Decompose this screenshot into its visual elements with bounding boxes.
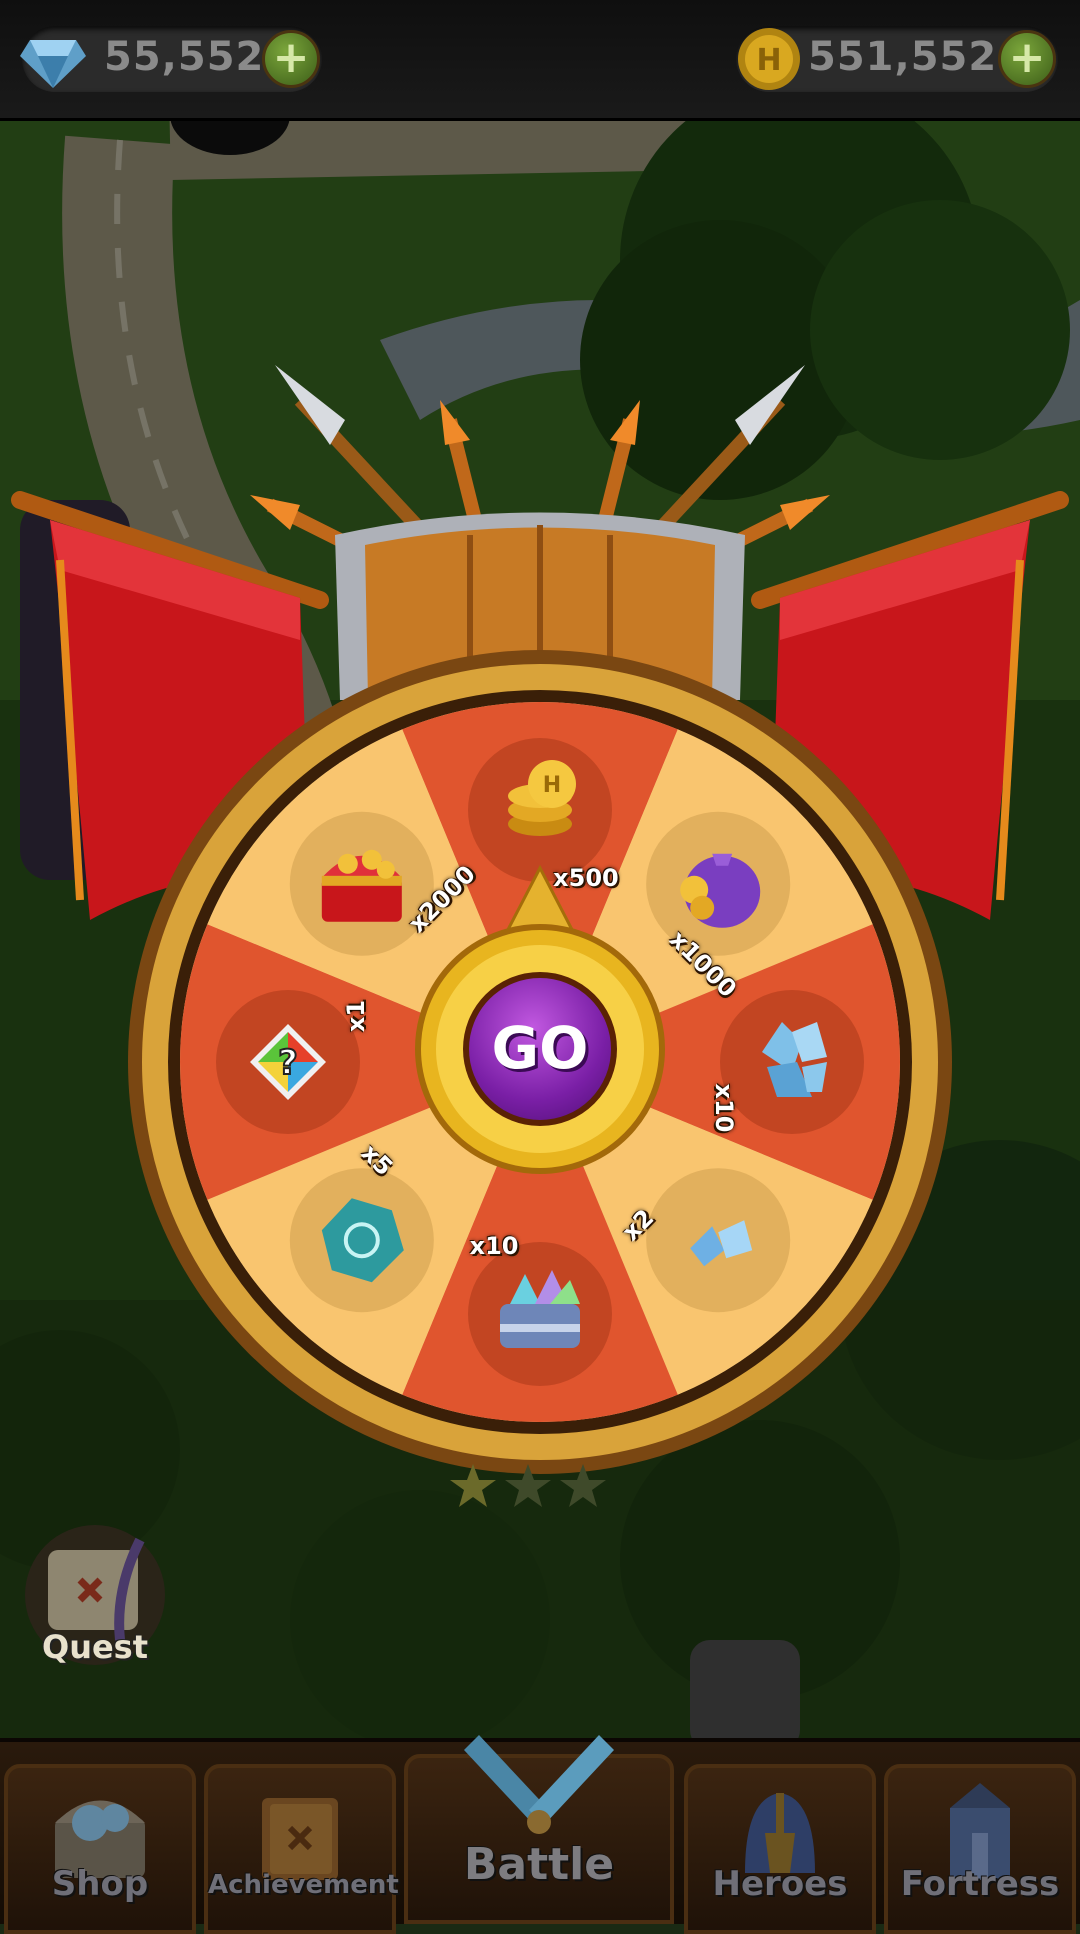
tab-shop[interactable]: Shop — [4, 1764, 196, 1934]
prize-amount-label: x1 — [341, 999, 370, 1033]
svg-text:H: H — [543, 773, 561, 798]
crossed-swords-icon — [464, 1735, 614, 1834]
prize-amount-label: x10 — [469, 1232, 519, 1261]
level-stars — [450, 1464, 606, 1507]
tab-battle[interactable]: Battle — [404, 1735, 674, 1924]
tab-achievement-label: Achievement — [208, 1870, 399, 1900]
tab-shop-label: Shop — [51, 1864, 149, 1904]
tab-heroes[interactable]: Heroes — [684, 1764, 876, 1934]
tab-achievement[interactable]: Achievement — [204, 1764, 399, 1934]
prize-amount-label: x10 — [710, 1083, 739, 1133]
tab-battle-label: Battle — [463, 1839, 615, 1890]
tab-fortress-label: Fortress — [900, 1864, 1060, 1904]
tab-fortress[interactable]: Fortress — [884, 1764, 1076, 1934]
bottom-navigation: Shop Achievement Battle Heroes Fortress — [0, 1735, 1080, 1934]
prize-amount-label: x500 — [553, 863, 619, 892]
quest-label: Quest — [41, 1628, 149, 1666]
go-label: GO — [491, 1014, 589, 1082]
tab-heroes-label: Heroes — [712, 1864, 848, 1904]
fortune-wheel: H? — [11, 365, 1069, 1474]
spin-go-button[interactable]: GO — [463, 972, 617, 1126]
svg-text:?: ? — [278, 1043, 298, 1083]
